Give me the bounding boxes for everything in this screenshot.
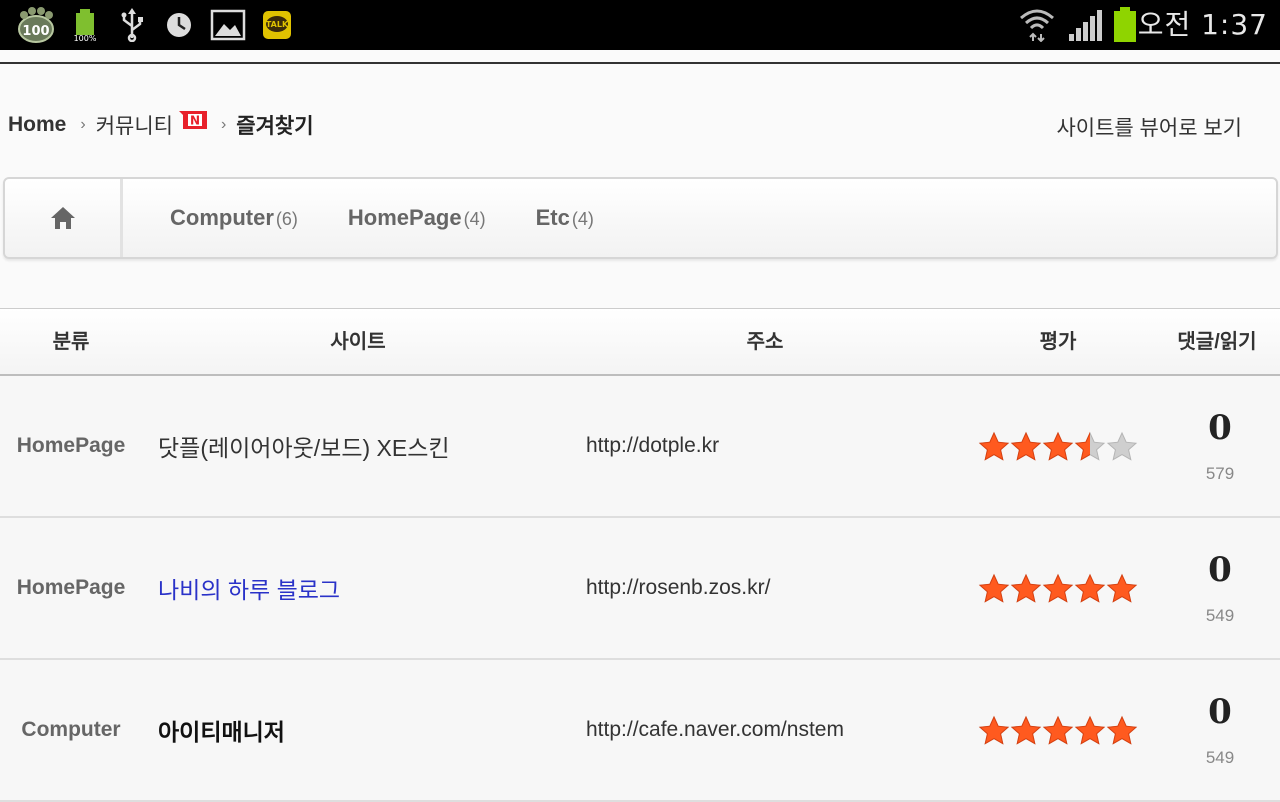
- status-bar: 100 100% TALK 오전 1:37: [0, 0, 1280, 50]
- category-home-button[interactable]: [5, 179, 123, 257]
- home-icon: [50, 207, 75, 229]
- star-icon: [1042, 573, 1074, 603]
- new-badge-icon: N: [178, 109, 207, 129]
- battery-percent-text: 100%: [74, 34, 97, 42]
- kakaotalk-icon: TALK: [262, 8, 292, 42]
- rating-stars: [978, 431, 1138, 461]
- row-url[interactable]: http://cafe.naver.com/nstem: [586, 660, 966, 800]
- header-url[interactable]: 주소: [580, 309, 950, 375]
- header-site[interactable]: 사이트: [158, 309, 558, 375]
- read-count: 549: [1205, 748, 1235, 767]
- star-icon: [1010, 715, 1042, 745]
- comment-count: 0: [1208, 692, 1232, 732]
- table-row[interactable]: HomePage 나비의 하루 블로그 http://rosenb.zos.kr…: [0, 518, 1280, 660]
- row-category[interactable]: HomePage: [0, 518, 142, 658]
- category-nav: Computer (6) HomePage (4) Etc (4): [3, 177, 1278, 259]
- category-name: Computer: [170, 205, 274, 230]
- breadcrumb-separator-icon: ›: [80, 116, 86, 133]
- bookmark-table: 분류 사이트 주소 평가 댓글/읽기 HomePage 닷플(레이어아웃/보드)…: [0, 308, 1280, 802]
- breadcrumb-community[interactable]: 커뮤니티: [96, 110, 173, 140]
- star-icon: [1074, 715, 1106, 745]
- category-count: (4): [463, 209, 486, 229]
- battery-full-icon: 100%: [72, 8, 98, 42]
- star-icon: [1010, 431, 1042, 461]
- category-etc[interactable]: Etc (4): [536, 205, 594, 231]
- category-count: (4): [571, 209, 594, 229]
- table-header: 분류 사이트 주소 평가 댓글/읽기: [0, 308, 1280, 376]
- star-icon: [978, 573, 1010, 603]
- star-icon: [1106, 431, 1138, 461]
- view-site-link[interactable]: 사이트를 뷰어로 보기: [1056, 112, 1242, 142]
- table-row[interactable]: Computer 아이티매니저 http://cafe.naver.com/ns…: [0, 660, 1280, 802]
- star-icon: [1042, 431, 1074, 461]
- row-category[interactable]: HomePage: [0, 376, 142, 516]
- header-rating[interactable]: 평가: [978, 309, 1138, 375]
- header-category[interactable]: 분류: [0, 309, 142, 375]
- row-rating: [978, 660, 1148, 800]
- star-icon: [978, 715, 1010, 745]
- breadcrumb: Home › 커뮤니티 N › 즐겨찾기: [8, 110, 314, 140]
- read-count: 579: [1205, 464, 1235, 483]
- category-name: HomePage: [347, 205, 462, 230]
- star-icon: [1074, 573, 1106, 603]
- row-rating: [978, 518, 1148, 658]
- row-rating: [978, 376, 1148, 516]
- breadcrumb-home[interactable]: Home: [8, 113, 66, 137]
- rating-stars: [978, 573, 1138, 603]
- row-site-title[interactable]: 아이티매니저: [158, 660, 568, 800]
- header-comments[interactable]: 댓글/읽기: [1158, 309, 1276, 375]
- star-icon: [978, 431, 1010, 461]
- comment-count: 0: [1208, 550, 1232, 590]
- wifi-icon: [1018, 8, 1056, 42]
- star-icon: [1106, 715, 1138, 745]
- row-comments: 0 549: [1160, 518, 1280, 658]
- row-url[interactable]: http://dotple.kr: [586, 376, 966, 516]
- row-comments: 0 579: [1160, 376, 1280, 516]
- row-site-title[interactable]: 나비의 하루 블로그: [158, 518, 568, 658]
- top-divider: [0, 62, 1280, 64]
- row-comments: 0 549: [1160, 660, 1280, 800]
- row-site-title[interactable]: 닷플(레이어아웃/보드) XE스킨: [158, 376, 568, 516]
- star-icon: [1010, 573, 1042, 603]
- star-icon: [1074, 431, 1106, 461]
- row-category[interactable]: Computer: [0, 660, 142, 800]
- new-badge-text: N: [190, 114, 200, 128]
- status-clock: 오전 1:37: [1137, 8, 1268, 41]
- category-computer[interactable]: Computer (6): [170, 205, 298, 231]
- row-url[interactable]: http://rosenb.zos.kr/: [586, 518, 966, 658]
- clock-icon: [164, 8, 194, 42]
- usb-icon: [118, 8, 146, 42]
- talk-text: TALK: [266, 20, 289, 29]
- read-count: 549: [1205, 606, 1235, 625]
- gallery-icon: [210, 8, 246, 42]
- comment-count: 0: [1208, 408, 1232, 448]
- star-icon: [1106, 573, 1138, 603]
- category-count: (6): [275, 209, 298, 229]
- breadcrumb-separator-icon: ›: [220, 116, 227, 133]
- star-icon: [1042, 715, 1074, 745]
- signal-icon: [1068, 8, 1104, 42]
- table-row[interactable]: HomePage 닷플(레이어아웃/보드) XE스킨 http://dotple…: [0, 376, 1280, 518]
- baidu-paw-icon: 100: [16, 7, 56, 43]
- category-name: Etc: [535, 205, 570, 230]
- battery-icon: [1112, 7, 1138, 42]
- badge-text: 100: [22, 24, 49, 39]
- breadcrumb-current[interactable]: 즐겨찾기: [236, 110, 313, 140]
- rating-stars: [978, 715, 1138, 745]
- category-homepage[interactable]: HomePage (4): [348, 205, 486, 231]
